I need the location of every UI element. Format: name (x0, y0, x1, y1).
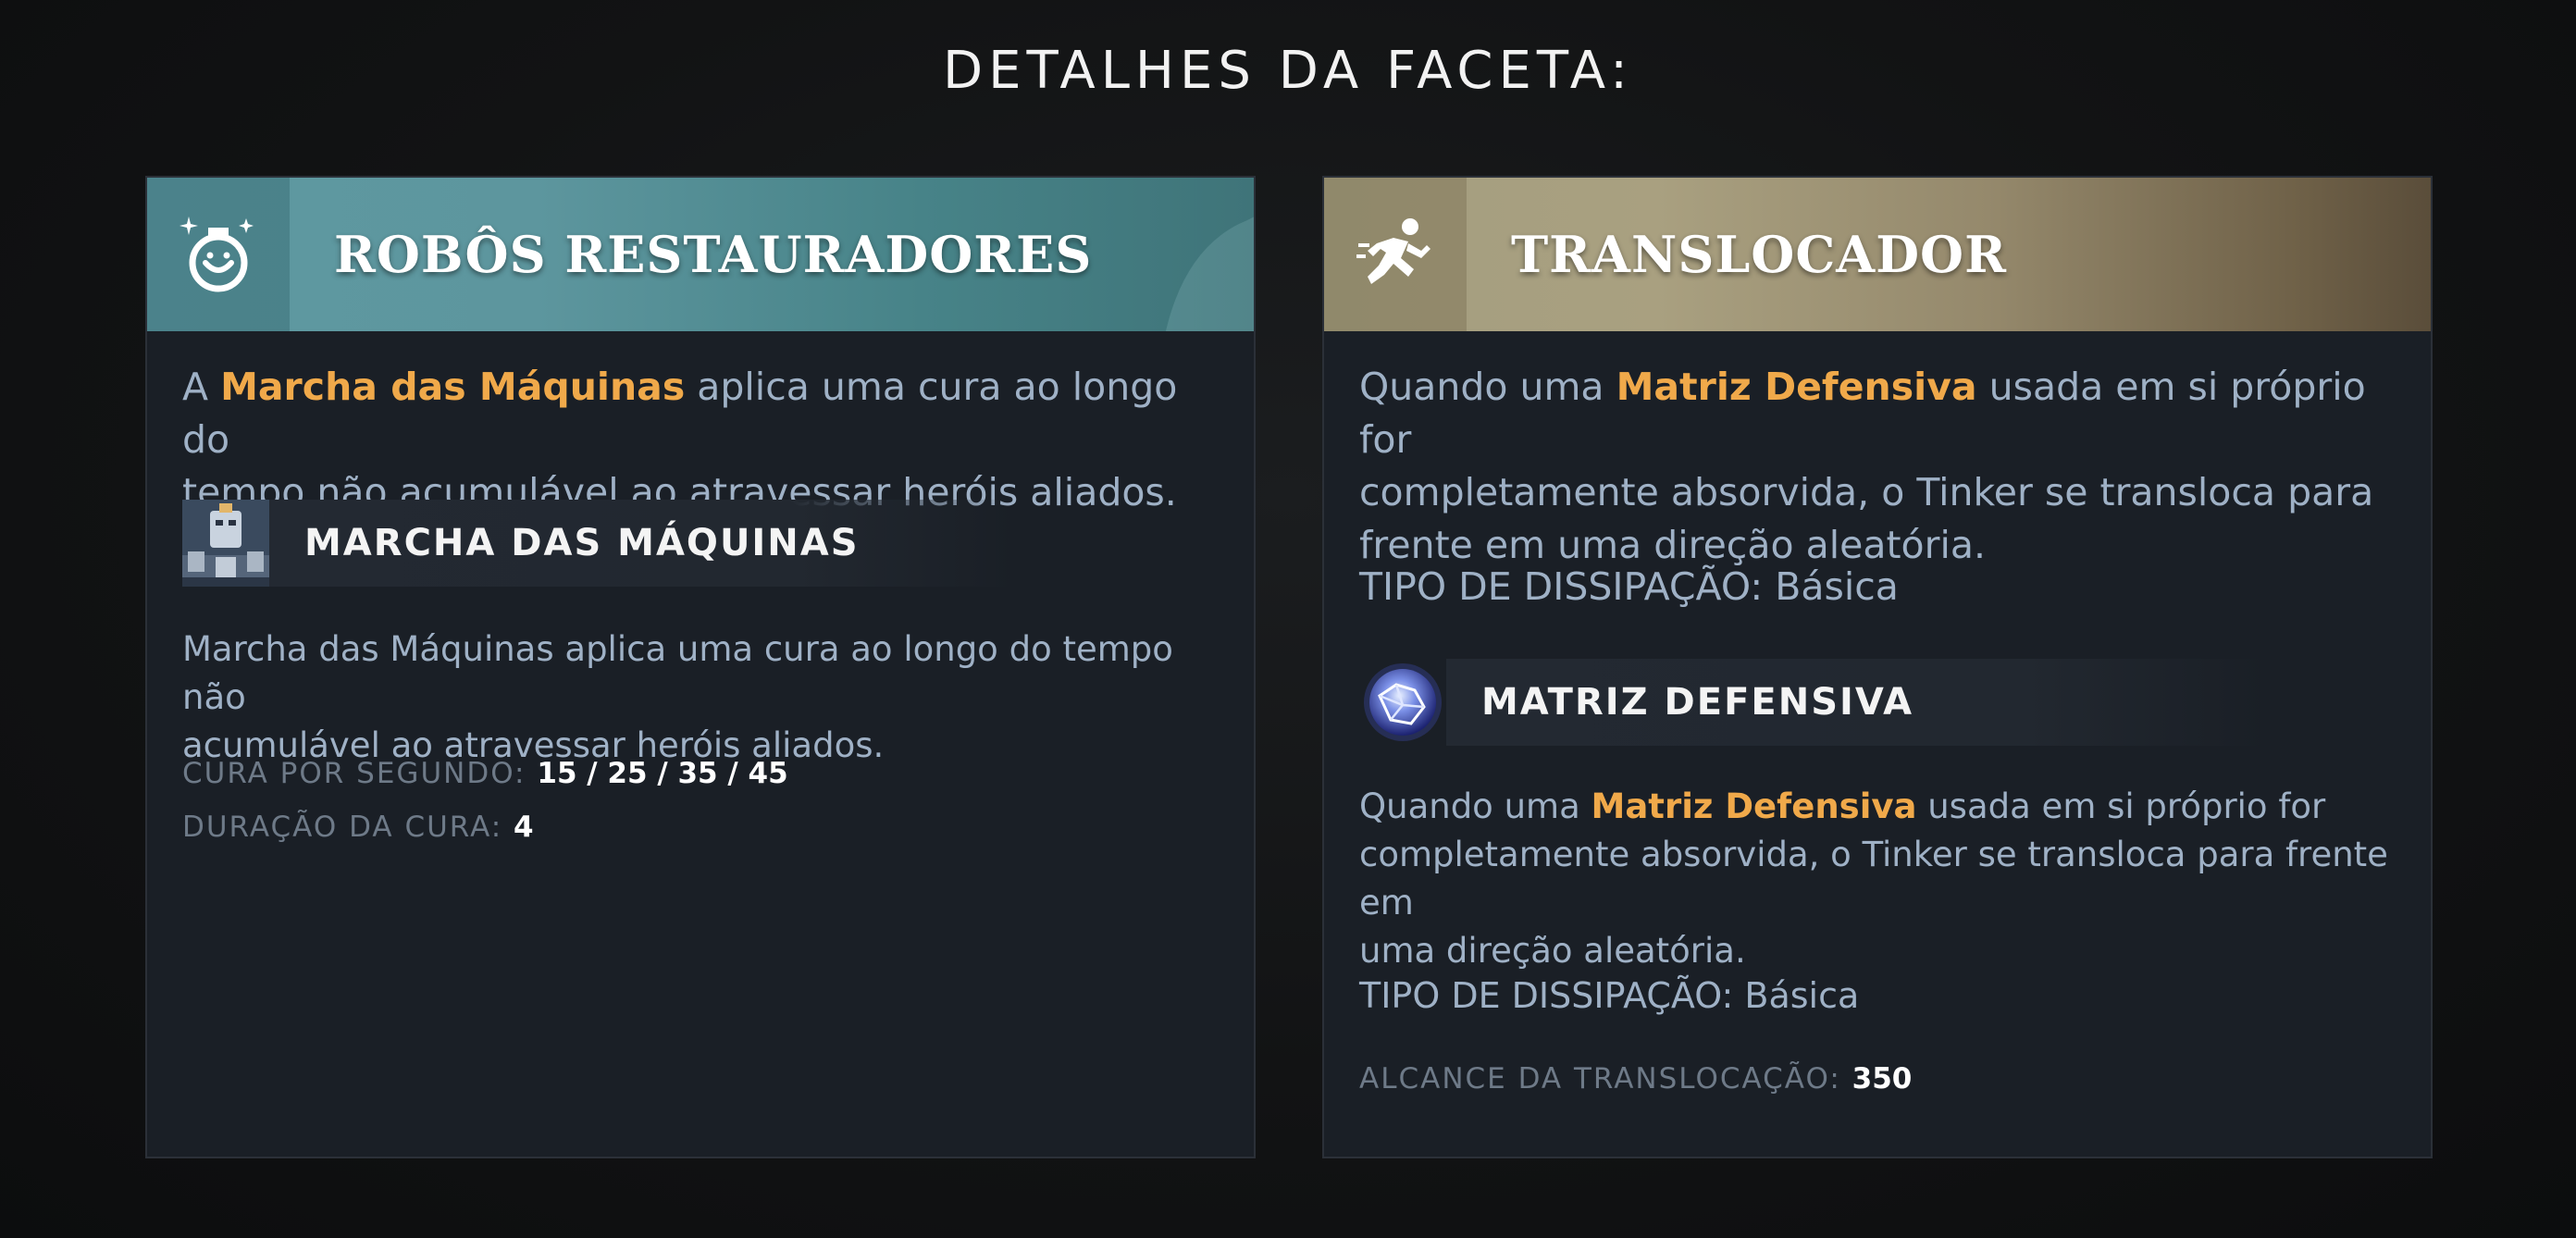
stat-label: ALCANCE DA TRANSLOCAÇÃO: (1359, 1062, 1841, 1096)
ability-description-line: completamente absorvida, o Tinker se tra… (1359, 835, 2388, 922)
march-of-the-machines-icon (182, 500, 269, 587)
stat-heal-duration: DURAÇÃO DA CURA: 4 (182, 811, 534, 844)
stat-value: 350 (1852, 1062, 1913, 1096)
ability-row-marcha[interactable]: MARCHA DAS MÁQUINAS (182, 500, 1015, 587)
facet-title: TRANSLOCADOR (1511, 225, 2007, 284)
dispel-type: TIPO DE DISSIPAÇÃO: Básica (1359, 564, 1899, 609)
facet-description-line: completamente absorvida, o Tinker se tra… (1359, 470, 2374, 514)
facet-description: A Marcha das Máquinas aplica uma cura ao… (182, 361, 1222, 519)
facet-icon-box (1324, 178, 1467, 331)
facet-header: TRANSLOCADOR (1324, 178, 2431, 331)
stat-label: DURAÇÃO DA CURA: (182, 811, 503, 844)
header-art-decoration (1165, 217, 1254, 331)
ability-dispel-type: TIPO DE DISSIPAÇÃO: Básica (1359, 975, 1860, 1016)
facet-title: ROBÔS RESTAURADORES (334, 225, 1093, 284)
running-man-icon (1356, 218, 1430, 284)
desc-text: A (182, 365, 221, 409)
facet-card-translocador: TRANSLOCADOR Quando uma Matriz Defensiva… (1322, 176, 2433, 1158)
ability-description: Quando uma Matriz Defensiva usada em si … (1359, 783, 2399, 975)
ability-link-highlight[interactable]: Matriz Defensiva (1616, 365, 1977, 409)
desc-text: Quando uma (1359, 365, 1616, 409)
ability-name-bar: MATRIZ DEFENSIVA (1446, 659, 2266, 746)
facet-icon-box (147, 178, 290, 331)
ability-description-line: uma direção aleatória. (1359, 931, 1746, 971)
facet-card-robos-restauradores: ROBÔS RESTAURADORES A Marcha das Máquina… (145, 176, 1256, 1158)
facet-description-line: Quando uma Matriz Defensiva usada em si … (1359, 361, 2399, 466)
stat-label: CURA POR SEGUNDO: (182, 757, 526, 790)
ability-description-line: Marcha das Máquinas aplica uma cura ao l… (182, 629, 1173, 717)
ability-link-highlight[interactable]: Matriz Defensiva (1591, 786, 1917, 826)
stat-heal-per-second: CURA POR SEGUNDO: 15 / 25 / 35 / 45 (182, 757, 788, 790)
ability-row-matriz[interactable]: MATRIZ DEFENSIVA (1359, 659, 2266, 746)
potion-sparkle-icon (180, 217, 254, 292)
page-title: DETALHES DA FACETA: (943, 41, 1633, 101)
stat-translocate-range: ALCANCE DA TRANSLOCAÇÃO: 350 (1359, 1062, 1912, 1096)
defense-matrix-icon (1359, 659, 1446, 746)
ability-name-bar: MARCHA DAS MÁQUINAS (269, 500, 1015, 587)
facet-description-line: A Marcha das Máquinas aplica uma cura ao… (182, 361, 1222, 466)
desc-text: usada em si próprio for (1916, 786, 2326, 826)
facet-header: ROBÔS RESTAURADORES (147, 178, 1254, 331)
desc-text: Quando uma (1359, 786, 1591, 826)
facet-description: Quando uma Matriz Defensiva usada em si … (1359, 361, 2399, 572)
ability-description: Marcha das Máquinas aplica uma cura ao l… (182, 625, 1222, 770)
stat-value: 4 (514, 811, 534, 844)
ability-link-highlight[interactable]: Marcha das Máquinas (220, 365, 685, 409)
ability-description-line: Quando uma Matriz Defensiva usada em si … (1359, 783, 2399, 831)
stat-value: 15 / 25 / 35 / 45 (537, 757, 788, 790)
